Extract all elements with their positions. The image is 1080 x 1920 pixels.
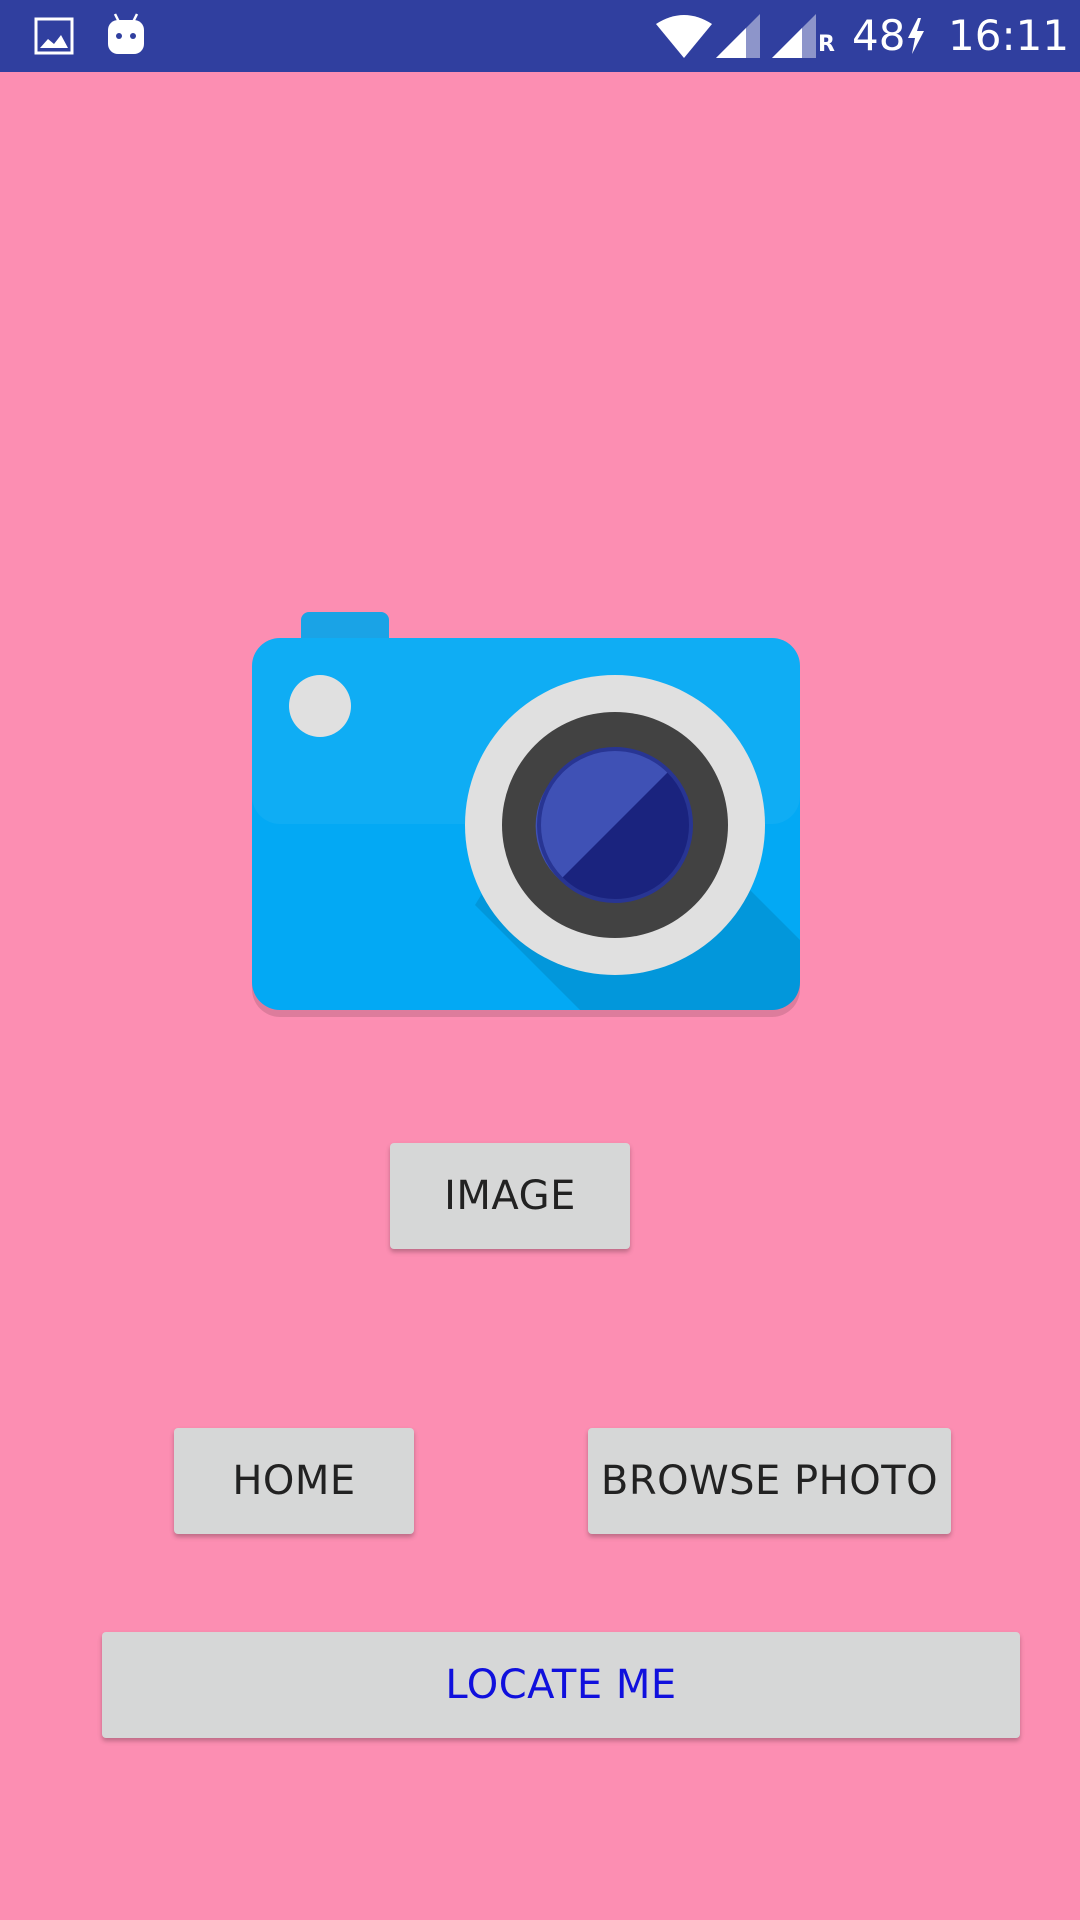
signal-icon [716,14,760,58]
locate-me-button[interactable]: LOCATE ME [102,1632,1020,1738]
wifi-icon [656,15,712,58]
image-notification-icon [34,17,74,55]
battery-charging-icon [908,18,924,54]
signal-roaming-icon [772,14,816,58]
android-notification-icon [108,13,144,54]
camera-icon [252,612,800,1017]
home-button[interactable]: HOME [174,1428,414,1534]
app-screen: R 48 16:11 IMAGE HOME BROWSE PHOTO LOCAT… [0,0,1080,1920]
status-bar: R 48 16:11 [0,0,1080,72]
battery-level: 48 [852,11,906,60]
browse-photo-button[interactable]: BROWSE PHOTO [588,1428,951,1534]
image-button[interactable]: IMAGE [390,1143,630,1249]
status-time: 16:11 [948,11,1070,60]
roaming-label: R [818,32,835,57]
